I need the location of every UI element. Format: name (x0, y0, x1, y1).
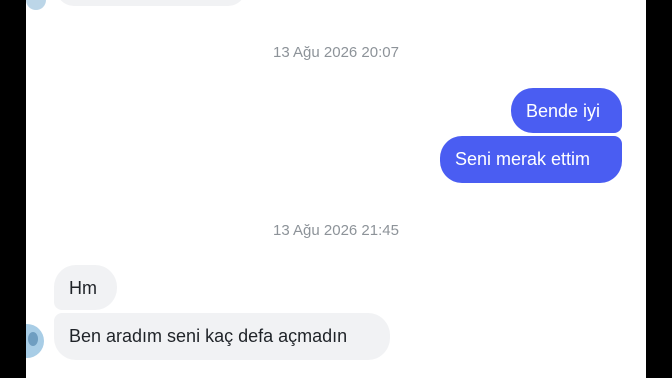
contact-avatar[interactable] (26, 324, 44, 358)
incoming-message-bubble[interactable]: Hm (54, 265, 117, 310)
chat-screen: 13 Ağu 2026 20:07 Bende iyi Seni merak e… (26, 0, 646, 378)
contact-avatar[interactable] (26, 0, 46, 10)
message-text: Hm (69, 278, 97, 298)
outgoing-message-bubble[interactable]: Seni merak ettim (440, 136, 622, 183)
message-timestamp: 13 Ağu 2026 21:45 (273, 222, 399, 239)
message-text: Seni merak ettim (455, 149, 591, 169)
outgoing-message-bubble[interactable]: Bende iyi (511, 88, 622, 133)
message-text: Bende iyi (526, 101, 601, 121)
message-text: Ben aradım seni kaç defa açmadın (69, 326, 348, 346)
message-bubble-partial (56, 0, 246, 6)
incoming-message-bubble[interactable]: Ben aradım seni kaç defa açmadın (54, 313, 390, 360)
message-timestamp: 13 Ağu 2026 20:07 (273, 44, 399, 61)
